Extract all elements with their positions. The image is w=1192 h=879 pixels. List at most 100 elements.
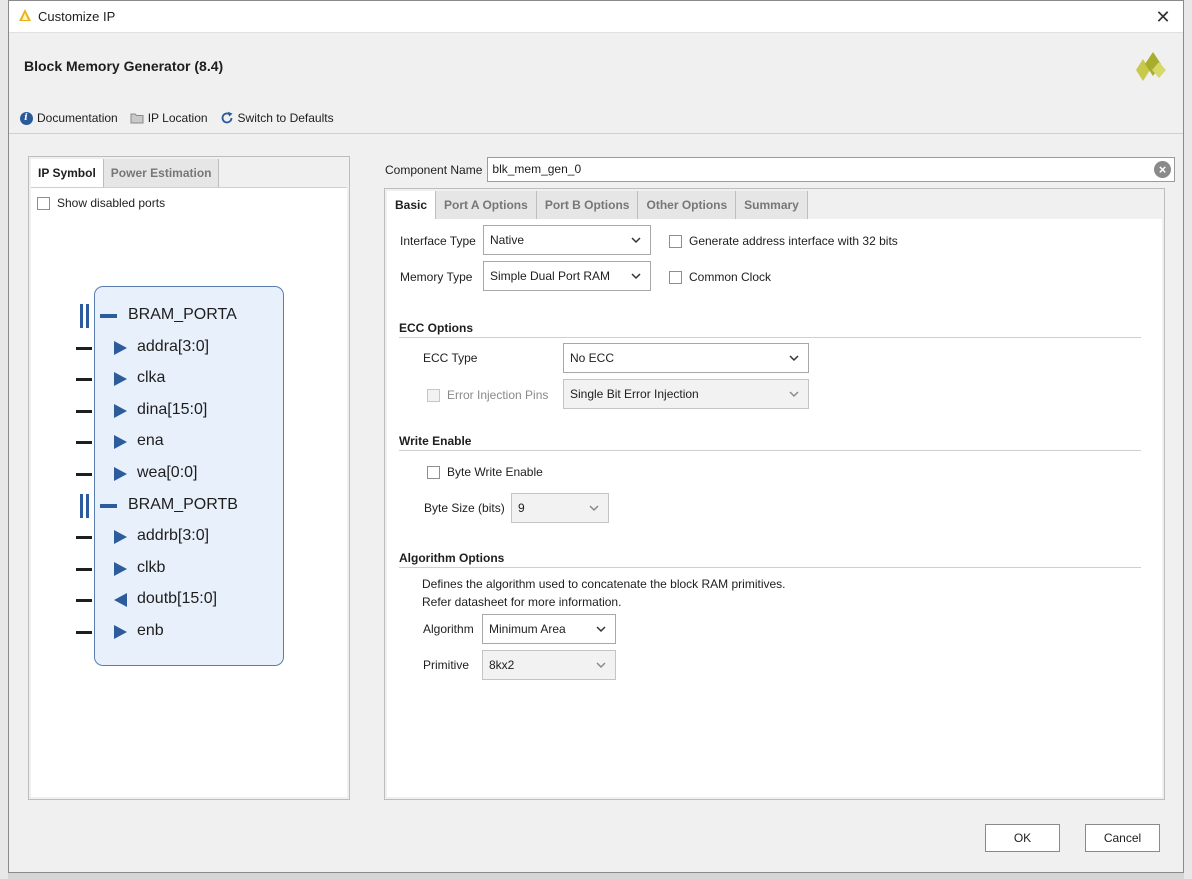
primitive-select: 8kx2	[482, 650, 616, 680]
input-arrow-icon	[114, 530, 127, 544]
error-injection-pins-option: Error Injection Pins	[427, 388, 548, 402]
refresh-icon	[221, 111, 233, 124]
error-injection-pins-label: Error Injection Pins	[447, 388, 549, 402]
background-window-left	[0, 0, 8, 879]
ip-symbol-diagram: BRAM_PORTA addra[3:0] clka dina[15:0] en…	[76, 284, 296, 666]
show-disabled-ports-option[interactable]: Show disabled ports	[37, 196, 165, 210]
cancel-button[interactable]: Cancel	[1085, 824, 1160, 852]
input-arrow-icon	[114, 562, 127, 576]
xilinx-logo-icon	[1136, 52, 1166, 81]
options-panel: Basic Port A Options Port B Options Othe…	[384, 188, 1165, 800]
ip-name-title: Block Memory Generator (8.4)	[24, 58, 224, 74]
algorithm-label: Algorithm	[423, 622, 474, 636]
interface-type-select[interactable]: Native	[483, 225, 651, 255]
ecc-type-value: No ECC	[570, 351, 615, 365]
ecc-type-select[interactable]: No ECC	[563, 343, 809, 373]
algorithm-description-line1: Defines the algorithm used to concatenat…	[422, 577, 786, 591]
input-arrow-icon	[114, 625, 127, 639]
ecc-options-heading: ECC Options	[399, 321, 473, 335]
port-pin: addra[3:0]	[76, 336, 276, 360]
interface-type-value: Native	[490, 233, 525, 247]
algorithm-select[interactable]: Minimum Area	[482, 614, 616, 644]
error-injection-value: Single Bit Error Injection	[570, 387, 699, 401]
collapse-icon[interactable]	[100, 314, 117, 318]
tab-summary[interactable]: Summary	[736, 191, 808, 219]
bus-interface-icon	[80, 494, 90, 518]
error-injection-select: Single Bit Error Injection	[563, 379, 809, 409]
component-name-input[interactable]: blk_mem_gen_0 ×	[487, 157, 1175, 182]
port-pin: doutb[15:0]	[76, 588, 276, 612]
byte-size-value: 9	[518, 501, 525, 515]
ip-location-button[interactable]: IP Location	[130, 111, 208, 125]
clear-icon[interactable]: ×	[1154, 161, 1171, 178]
port-label: clkb	[137, 559, 166, 576]
write-enable-heading: Write Enable	[399, 434, 472, 448]
bus-portb[interactable]: BRAM_PORTB	[76, 493, 276, 519]
input-arrow-icon	[114, 372, 127, 386]
tab-basic[interactable]: Basic	[387, 191, 437, 219]
byte-write-enable-option[interactable]: Byte Write Enable	[427, 465, 543, 479]
algorithm-value: Minimum Area	[489, 622, 566, 636]
tab-ip-symbol[interactable]: IP Symbol	[31, 159, 104, 187]
algorithm-description-line2: Refer datasheet for more information.	[422, 595, 622, 609]
chevron-down-icon	[596, 662, 606, 669]
interface-type-label: Interface Type	[400, 234, 476, 248]
tab-other-options[interactable]: Other Options	[638, 191, 737, 219]
port-pin: addrb[3:0]	[76, 525, 276, 549]
memory-type-select[interactable]: Simple Dual Port RAM	[483, 261, 651, 291]
chevron-down-icon	[789, 391, 799, 398]
component-name-value: blk_mem_gen_0	[492, 162, 582, 176]
show-disabled-ports-checkbox[interactable]	[37, 196, 50, 210]
ecc-type-label: ECC Type	[423, 351, 478, 365]
bus-label: BRAM_PORTB	[128, 496, 238, 513]
byte-write-enable-checkbox[interactable]	[427, 465, 440, 479]
memory-type-value: Simple Dual Port RAM	[490, 269, 611, 283]
input-arrow-icon	[114, 341, 127, 355]
close-icon[interactable]: ✕	[1149, 3, 1177, 31]
tab-port-a-options[interactable]: Port A Options	[436, 191, 537, 219]
port-label: wea[0:0]	[137, 464, 198, 481]
chevron-down-icon	[631, 237, 641, 244]
chevron-down-icon	[596, 626, 606, 633]
background-window-right	[1184, 0, 1192, 879]
component-name-label: Component Name	[385, 162, 483, 177]
generate-address-32-checkbox[interactable]	[669, 234, 682, 248]
header: Block Memory Generator (8.4) i Documenta…	[9, 34, 1183, 134]
bus-interface-icon	[80, 304, 90, 328]
collapse-icon[interactable]	[100, 504, 117, 508]
bus-porta[interactable]: BRAM_PORTA	[76, 303, 276, 329]
byte-size-label: Byte Size (bits)	[424, 501, 505, 515]
symbol-panel: IP Symbol Power Estimation Show disabled…	[28, 156, 350, 800]
ok-button[interactable]: OK	[985, 824, 1060, 852]
tab-port-b-options[interactable]: Port B Options	[536, 191, 639, 219]
input-arrow-icon	[114, 467, 127, 481]
switch-to-defaults-button[interactable]: Switch to Defaults	[220, 111, 334, 125]
toolbar: i Documentation IP Location Switch to De…	[19, 109, 346, 127]
chevron-down-icon	[631, 273, 641, 280]
title-bar: Customize IP ✕	[9, 1, 1183, 33]
port-label: ena	[137, 432, 164, 449]
show-disabled-ports-label: Show disabled ports	[57, 196, 166, 210]
common-clock-checkbox[interactable]	[669, 270, 682, 284]
port-pin: ena	[76, 430, 276, 454]
tab-power-estimation[interactable]: Power Estimation	[103, 159, 220, 187]
port-pin: clkb	[76, 557, 276, 581]
generate-address-32-label: Generate address interface with 32 bits	[689, 234, 898, 248]
ip-location-label: IP Location	[147, 111, 208, 125]
generate-address-32-option[interactable]: Generate address interface with 32 bits	[669, 234, 898, 248]
divider	[399, 337, 1141, 338]
ip-symbol-view: Show disabled ports BRAM_PORTA addra[3:0…	[31, 187, 347, 797]
port-label: dina[15:0]	[137, 401, 208, 418]
error-injection-pins-checkbox	[427, 388, 440, 402]
options-tabs: Basic Port A Options Port B Options Othe…	[387, 191, 808, 219]
port-pin: clka	[76, 367, 276, 391]
port-label: enb	[137, 622, 164, 639]
documentation-button[interactable]: i Documentation	[19, 111, 118, 125]
chevron-down-icon	[589, 505, 599, 512]
left-tabs: IP Symbol Power Estimation	[31, 159, 220, 187]
common-clock-option[interactable]: Common Clock	[669, 270, 771, 284]
switch-defaults-label: Switch to Defaults	[237, 111, 334, 125]
documentation-label: Documentation	[37, 111, 118, 125]
algorithm-options-heading: Algorithm Options	[399, 551, 505, 565]
port-label: clka	[137, 369, 166, 386]
